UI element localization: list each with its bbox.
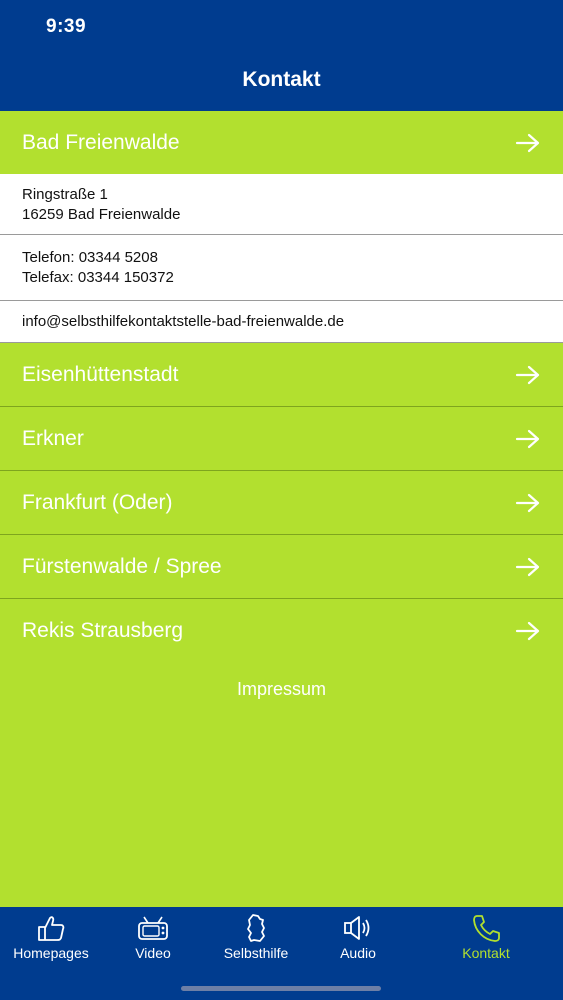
location-row-fuerstenwalde-spree[interactable]: Fürstenwalde / Spree (0, 535, 563, 599)
location-label: Rekis Strausberg (22, 619, 184, 642)
location-label: Bad Freienwalde (22, 130, 180, 154)
email-block[interactable]: info@selbsthilfekontaktstelle-bad-freien… (0, 301, 563, 343)
location-row-rekis-strausberg[interactable]: Rekis Strausberg (0, 599, 563, 663)
location-label: Erkner (22, 426, 84, 450)
phone-icon (473, 915, 500, 942)
phone-block[interactable]: Telefon: 03344 5208 Telefax: 03344 15037… (0, 235, 563, 301)
location-label: Eisenhüttenstadt (22, 362, 179, 386)
tab-label: Homepages (13, 945, 89, 961)
impressum-link[interactable]: Impressum (0, 679, 563, 700)
tab-selbsthilfe[interactable]: Selbsthilfe (214, 913, 298, 973)
tab-label: Selbsthilfe (223, 945, 289, 961)
address-block: Ringstraße 1 16259 Bad Freienwalde (0, 174, 563, 235)
page-title: Kontakt (242, 68, 321, 91)
location-row-bad-freienwalde[interactable]: Bad Freienwalde (0, 111, 563, 174)
tab-label: Kontakt (462, 945, 510, 961)
home-indicator[interactable] (181, 986, 381, 991)
tab-kontakt[interactable]: Kontakt (446, 913, 526, 973)
thumbs-up-icon (38, 916, 65, 941)
app-header: 9:39 Kontakt (0, 0, 563, 111)
tab-label: Video (135, 945, 171, 961)
speaker-icon (344, 916, 370, 940)
location-label: Fürstenwalde / Spree (22, 554, 222, 578)
tv-icon (138, 916, 168, 940)
arrow-right-icon (515, 429, 540, 448)
location-row-frankfurt-oder[interactable]: Frankfurt (Oder) (0, 471, 563, 535)
location-label: Frankfurt (Oder) (22, 490, 173, 514)
tab-label: Audio (340, 945, 376, 961)
location-row-eisenhuettenstadt[interactable]: Eisenhüttenstadt (0, 343, 563, 407)
status-time: 9:39 (46, 16, 87, 37)
arrow-right-icon (515, 493, 540, 512)
address-city: 16259 Bad Freienwalde (22, 206, 181, 223)
fax-number: Telefax: 03344 150372 (22, 268, 174, 286)
email-link[interactable]: info@selbsthilfekontaktstelle-bad-freien… (22, 312, 541, 332)
germany-map-icon (247, 914, 265, 942)
arrow-right-icon (515, 365, 540, 384)
tab-video[interactable]: Video (120, 913, 186, 973)
arrow-right-icon (515, 133, 540, 152)
arrow-right-icon (515, 557, 540, 576)
address-street: Ringstraße 1 (22, 186, 108, 203)
location-row-erkner[interactable]: Erkner (0, 407, 563, 471)
phone-number[interactable]: Telefon: 03344 5208 (22, 248, 541, 268)
arrow-right-icon (515, 621, 540, 641)
location-details: Ringstraße 1 16259 Bad Freienwalde Telef… (0, 174, 563, 343)
contact-list: Bad Freienwalde Ringstraße 1 16259 Bad F… (0, 111, 563, 663)
tab-audio[interactable]: Audio (326, 913, 390, 973)
tab-homepages[interactable]: Homepages (8, 913, 94, 973)
